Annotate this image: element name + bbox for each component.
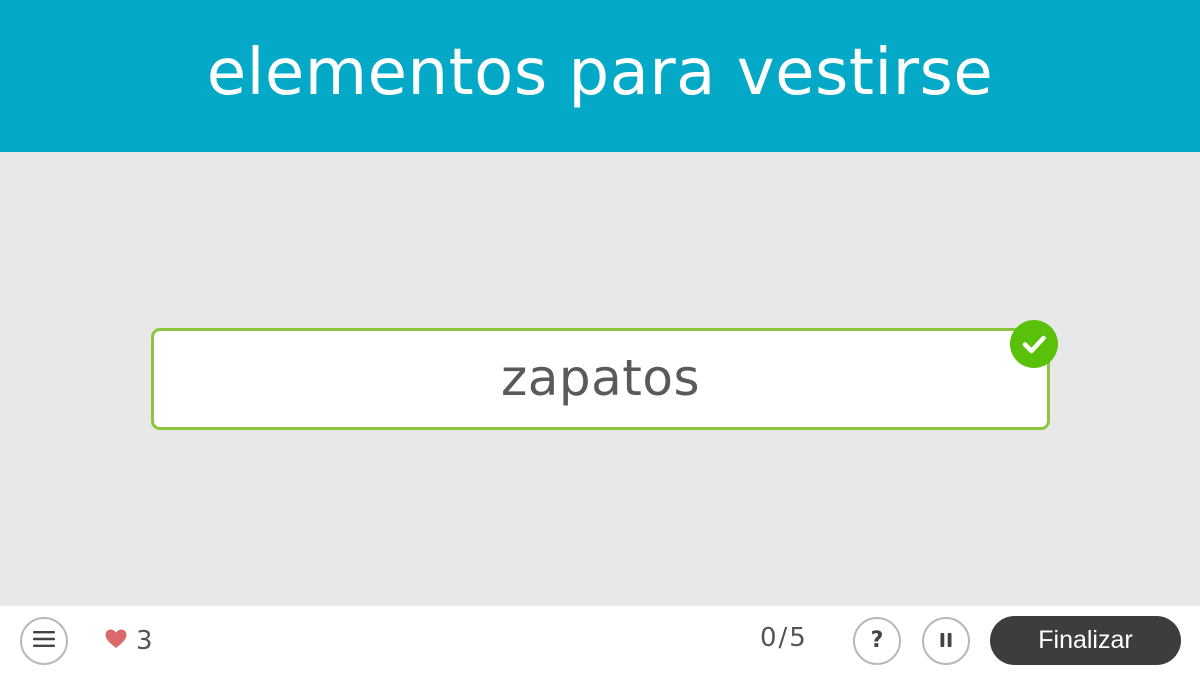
answer-text: zapatos	[500, 349, 700, 407]
help-icon: ?	[870, 628, 884, 653]
help-button[interactable]: ?	[853, 617, 901, 665]
hamburger-icon	[33, 631, 55, 651]
pause-icon	[940, 632, 952, 651]
answer-input[interactable]: zapatos	[151, 328, 1050, 430]
check-icon	[1010, 320, 1058, 368]
header-bar: elementos para vestirse	[0, 0, 1200, 152]
progress-counter: 0/5	[760, 623, 808, 653]
finish-button[interactable]: Finalizar	[990, 616, 1181, 665]
main-area: zapatos	[0, 152, 1200, 606]
page-title: elementos para vestirse	[206, 36, 994, 110]
footer-bar: 3 0/5 ? Finalizar	[0, 606, 1200, 675]
lives-count: 3	[136, 626, 153, 656]
pause-button[interactable]	[922, 617, 970, 665]
lives-counter: 3	[105, 626, 153, 656]
heart-icon	[105, 629, 127, 653]
menu-button[interactable]	[20, 617, 68, 665]
